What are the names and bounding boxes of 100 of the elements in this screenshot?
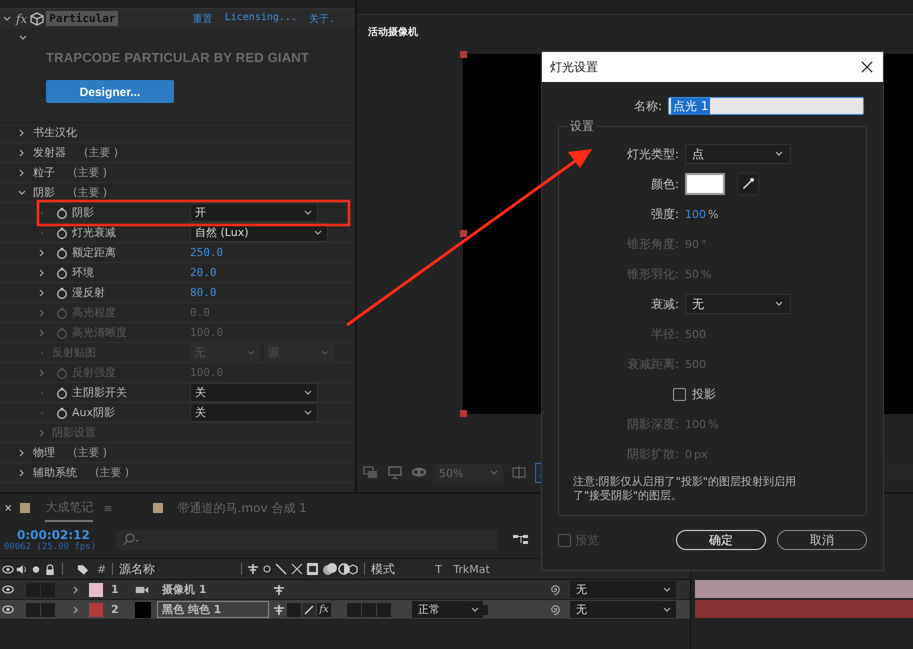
toggle-slot[interactable] <box>377 602 391 616</box>
dialog-dropdown[interactable]: 点 <box>685 144 791 164</box>
note-text: 注意:阴影仅从启用了"投影"的图层投射到启用了"接受阴影"的图层。 <box>573 475 797 503</box>
param-dropdown[interactable]: 关 <box>190 403 318 422</box>
layers-icon[interactable] <box>363 466 379 480</box>
handle-icon[interactable] <box>460 230 467 237</box>
solo-icon[interactable] <box>30 564 42 574</box>
panel-menu-icon[interactable]: ≡ <box>103 502 113 514</box>
monitor-icon[interactable] <box>387 466 403 480</box>
layer-row[interactable]: 1 摄像机 1 无 <box>0 580 690 600</box>
field-label: 衰减: <box>650 296 679 312</box>
toggle-slot[interactable] <box>362 602 376 616</box>
shy-icon[interactable] <box>272 582 286 596</box>
field-label: 锥形角度: <box>626 236 679 252</box>
toggle-slot[interactable] <box>26 602 40 616</box>
dialog-dropdown[interactable]: 无 <box>685 294 791 314</box>
param-dropdown[interactable]: 关 <box>190 383 318 402</box>
group-label[interactable]: 发射器 <box>33 145 66 160</box>
stopwatch-icon[interactable] <box>56 226 68 238</box>
param-label: 环境 <box>72 265 95 280</box>
effect-link[interactable]: Licensing... <box>224 12 297 26</box>
toggle-slot[interactable] <box>287 602 301 616</box>
checkbox[interactable] <box>673 388 686 400</box>
flowchart-icon[interactable] <box>512 533 530 547</box>
checkbox[interactable] <box>558 534 571 546</box>
spiral-icon[interactable] <box>549 603 562 616</box>
toggle-slot[interactable] <box>347 602 361 616</box>
shy-icon[interactable] <box>272 602 286 616</box>
timecode[interactable]: 0:00:02:12 <box>4 528 116 542</box>
color-swatch[interactable] <box>685 173 725 195</box>
field-label: 颜色: <box>650 176 679 192</box>
group-label[interactable]: 阴影 <box>33 185 55 200</box>
param-value[interactable]: 250.0 <box>190 246 224 259</box>
field-label: 锥形羽化: <box>626 266 679 282</box>
layer-name[interactable]: 黑色 纯色 1 <box>157 601 269 618</box>
column-header[interactable]: TrkMat <box>453 562 490 576</box>
group-tag: (主要 ) <box>95 465 130 480</box>
close-tab-icon[interactable]: × <box>4 502 12 514</box>
group-label[interactable]: 粒子 <box>33 165 55 180</box>
group-tag: (主要 ) <box>73 165 108 180</box>
param-dropdown[interactable]: 开 <box>190 203 318 222</box>
trkmat-dropdown[interactable]: 无 <box>570 581 676 598</box>
designer-button[interactable]: Designer... <box>46 80 174 103</box>
group-tag: (主要 ) <box>73 185 108 200</box>
stopwatch-icon[interactable] <box>56 286 68 298</box>
close-icon[interactable] <box>861 61 873 73</box>
chevron-icon[interactable] <box>17 188 27 198</box>
eye-icon[interactable] <box>2 604 14 615</box>
param-value[interactable]: 20.0 <box>190 266 216 279</box>
layer-row[interactable]: 2 黑色 纯色 1 fx 正常 无 <box>0 600 690 620</box>
stopwatch-icon[interactable] <box>56 386 68 398</box>
dialog-title: 灯光设置 <box>550 58 598 76</box>
effect-link[interactable]: 关于. <box>308 12 335 26</box>
handle-icon[interactable] <box>460 410 467 417</box>
spiral-icon[interactable] <box>549 583 562 596</box>
ok-button[interactable]: 确定 <box>676 530 766 550</box>
tag-icon[interactable] <box>77 564 89 574</box>
mode-dropdown[interactable]: 正常 <box>412 601 483 618</box>
eye-icon[interactable] <box>2 564 14 574</box>
checkbox-label[interactable]: 投影 <box>692 386 716 402</box>
param-label: 漫反射 <box>72 285 106 300</box>
param-label: Aux阴影 <box>72 405 116 420</box>
lock-icon[interactable] <box>44 564 56 574</box>
audio-icon[interactable] <box>16 564 28 574</box>
comp-tab[interactable]: 大成笔记 <box>45 494 94 522</box>
eye-icon[interactable] <box>2 584 14 595</box>
group-label[interactable]: 书生汉化 <box>33 125 77 140</box>
group-label[interactable]: 辅助系统 <box>33 465 77 480</box>
trkmat-dropdown[interactable]: 无 <box>570 601 676 618</box>
toggle-slot[interactable] <box>41 602 55 616</box>
chevron-icon[interactable] <box>2 14 12 24</box>
unit-label: px <box>694 448 708 460</box>
grid-icon[interactable] <box>511 466 527 480</box>
quality-icon[interactable] <box>302 602 316 616</box>
layer-name[interactable]: 摄像机 1 <box>157 581 269 598</box>
label-color-icon[interactable] <box>89 602 103 616</box>
comp-tab[interactable]: 带通道的马.mov 合成 1 <box>178 496 307 520</box>
preserve-transparency-toggle[interactable] <box>480 604 488 614</box>
param-label: 额定距离 <box>72 245 117 260</box>
effect-toggle[interactable]: fx <box>317 602 331 616</box>
field-value[interactable]: 100 <box>685 208 706 220</box>
camera-label: 活动摄像机 <box>368 26 419 39</box>
search-field[interactable] <box>116 530 497 550</box>
name-input[interactable]: 点光 1 <box>668 97 864 115</box>
column-header[interactable]: 源名称 <box>119 560 236 578</box>
handle-icon[interactable] <box>460 51 467 58</box>
stopwatch-icon[interactable] <box>56 206 68 218</box>
cancel-button[interactable]: 取消 <box>777 530 867 550</box>
column-header[interactable]: 模式 <box>371 560 436 578</box>
fx-label[interactable]: fx <box>16 12 28 26</box>
field-label: 半径: <box>650 326 679 342</box>
stopwatch-icon[interactable] <box>56 246 68 258</box>
effect-link[interactable]: 重置 <box>192 12 213 26</box>
stopwatch-icon[interactable] <box>56 406 68 418</box>
eyedropper-icon[interactable] <box>737 173 759 195</box>
group-label[interactable]: 物理 <box>33 445 55 460</box>
stopwatch-icon[interactable] <box>56 266 68 278</box>
label-color-icon[interactable] <box>89 582 103 596</box>
param-value[interactable]: 80.0 <box>190 286 216 299</box>
field-label: 名称: <box>632 98 662 114</box>
